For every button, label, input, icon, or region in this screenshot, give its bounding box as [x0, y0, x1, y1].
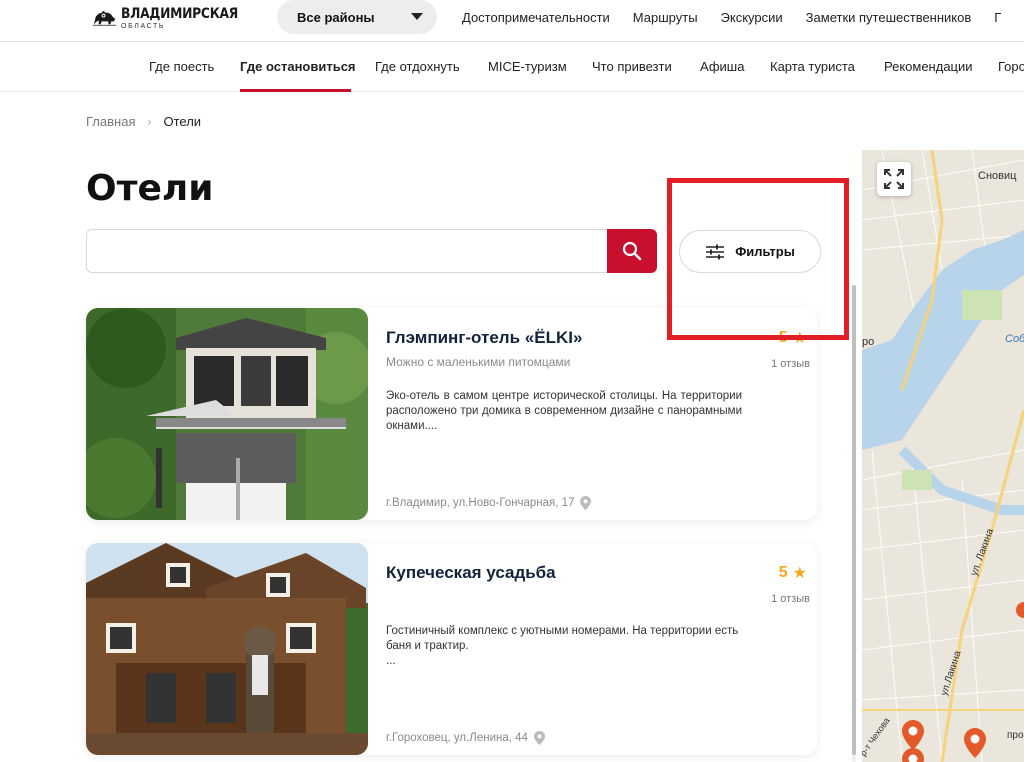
- expand-icon: [884, 169, 904, 189]
- map-marker-icon[interactable]: [964, 728, 986, 758]
- hotel-reviews-count[interactable]: 1 отзыв: [771, 593, 810, 605]
- page-title: Отели: [86, 168, 214, 209]
- map-label: про: [1007, 730, 1024, 741]
- sub-nav: Где поесть Где остановиться Где отдохнут…: [0, 42, 1024, 92]
- nav-more[interactable]: Г: [994, 10, 1001, 25]
- hotel-name[interactable]: Глэмпинг-отель «ЁLKI»: [386, 328, 582, 348]
- region-select-value: Все районы: [297, 9, 375, 25]
- hotel-card[interactable]: Купеческая усадьба Гостиничный комплекс …: [86, 543, 817, 755]
- nav-excursions[interactable]: Экскурсии: [721, 10, 783, 25]
- subnav-item-eat[interactable]: Где поесть: [149, 59, 214, 74]
- subnav-item-tourist-map[interactable]: Карта туриста: [770, 59, 855, 74]
- nav-travel-notes[interactable]: Заметки путешественников: [806, 10, 972, 25]
- breadcrumb: Главная › Отели: [86, 114, 201, 129]
- subnav-item-souvenirs[interactable]: Что привезти: [592, 59, 672, 74]
- top-nav: Достопримечательности Маршруты Экскурсии…: [462, 10, 1024, 25]
- top-bar: ВЛАДИМИРСКАЯ ОБЛАСТЬ Все районы Достопри…: [0, 0, 1024, 42]
- site-logo[interactable]: ВЛАДИМИРСКАЯ ОБЛАСТЬ: [92, 0, 254, 36]
- subnav-item-stay[interactable]: Где остановиться: [240, 59, 356, 74]
- subnav-item-events[interactable]: Афиша: [700, 59, 744, 74]
- hotel-description: Эко-отель в самом центре исторической ст…: [386, 390, 742, 432]
- region-select[interactable]: Все районы: [277, 0, 437, 34]
- hotel-tag: Можно с маленькими питомцами: [386, 355, 571, 369]
- active-tab-indicator: [240, 89, 351, 92]
- chevron-down-icon: [411, 13, 423, 20]
- hotel-address: г.Владимир, ул.Ново-Гончарная, 17: [386, 496, 592, 510]
- subnav-item-rest[interactable]: Где отдохнуть: [375, 59, 460, 74]
- map-label: ро: [862, 336, 875, 348]
- lion-emblem-icon: [92, 10, 117, 26]
- hotel-description: Гостиничный комплекс с уютными номерами.…: [386, 625, 739, 667]
- filters-highlight-box: [667, 178, 849, 340]
- hotel-photo[interactable]: [86, 543, 368, 755]
- star-icon: ★: [792, 565, 807, 582]
- map-label: Соб: [1005, 333, 1024, 345]
- breadcrumb-current: Отели: [163, 114, 202, 129]
- hotel-photo[interactable]: [86, 308, 368, 520]
- search-icon: [622, 241, 642, 261]
- list-scrollbar-thumb[interactable]: [852, 285, 856, 755]
- hotel-address: г.Гороховец, ул.Ленина, 44: [386, 731, 545, 745]
- nav-routes[interactable]: Маршруты: [633, 10, 698, 25]
- logo-subtitle: ОБЛАСТЬ: [121, 22, 166, 30]
- chevron-right-icon: ›: [147, 114, 152, 129]
- map-fullscreen-button[interactable]: [877, 162, 911, 196]
- map-marker-icon[interactable]: [902, 748, 924, 762]
- map-marker-icon[interactable]: [902, 720, 924, 750]
- logo-title: ВЛАДИМИРСКАЯ: [121, 5, 239, 22]
- hotel-reviews-count[interactable]: 1 отзыв: [771, 358, 810, 370]
- hotel-rating: 5 ★: [778, 564, 807, 582]
- subnav-item-cities[interactable]: Горо: [998, 59, 1024, 74]
- location-pin-icon: [533, 731, 545, 745]
- location-pin-icon: [580, 496, 592, 510]
- hotels-map[interactable]: Сновиц Соб ро ул. Лакина ул.Лакина р-т Ч…: [862, 150, 1024, 762]
- nav-sights[interactable]: Достопримечательности: [462, 10, 610, 25]
- search-button[interactable]: [607, 229, 657, 273]
- subnav-item-mice[interactable]: MICE-туризм: [488, 59, 567, 74]
- search-input[interactable]: [86, 229, 607, 273]
- breadcrumb-home[interactable]: Главная: [86, 114, 135, 129]
- subnav-item-recommendations[interactable]: Рекомендации: [884, 59, 973, 74]
- hotel-name[interactable]: Купеческая усадьба: [386, 563, 556, 583]
- map-label: Сновиц: [978, 170, 1017, 182]
